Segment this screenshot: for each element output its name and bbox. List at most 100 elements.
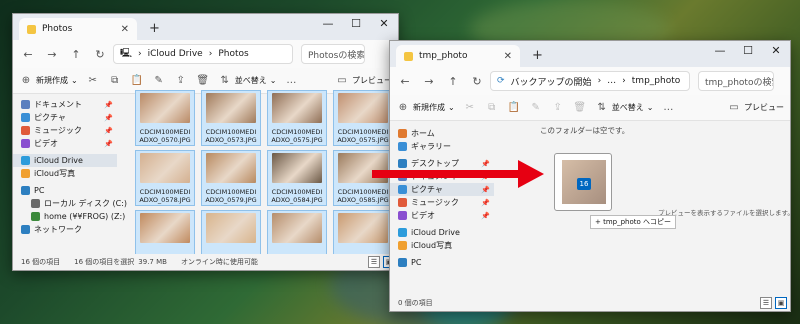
sidebar-item[interactable]: PC — [13, 184, 117, 197]
sidebar-item[interactable]: iCloud Drive — [13, 154, 117, 167]
sidebar-item[interactable]: ミュージック 📌 — [390, 196, 494, 209]
breadcrumb-icloud[interactable]: iCloud Drive — [148, 49, 203, 59]
preview-pane-icon: ▭ — [337, 75, 347, 86]
sidebar-item[interactable]: ミュージック 📌 — [13, 124, 117, 137]
new-button[interactable]: ⊕ 新規作成 ⌄ — [396, 102, 455, 113]
close-button[interactable]: ✕ — [762, 41, 790, 63]
explorer-window-photos: Photos ✕ + — ☐ ✕ ← → ↑ ↻ 🖳 › iCloud Driv… — [12, 13, 399, 271]
new-tab-button[interactable]: + — [149, 21, 160, 37]
navigation-pane: ドキュメント 📌 ピクチャ 📌 ミュージック 📌 ビデオ 📌 iCloud Drive iClou… — [13, 94, 127, 254]
preview-button[interactable]: ▭ プレビュー — [335, 75, 392, 86]
tab-bar: Photos ✕ + — ☐ ✕ — [13, 14, 398, 40]
delete-icon[interactable]: 🗑 — [573, 102, 587, 113]
more-options-button[interactable]: … — [661, 102, 675, 113]
share-icon[interactable]: ⇪ — [174, 75, 188, 86]
maximize-button[interactable]: ☐ — [734, 41, 762, 63]
paste-icon[interactable]: 📋 — [130, 75, 144, 86]
sidebar-item[interactable]: デスクトップ 📌 — [390, 157, 494, 170]
sidebar-item[interactable]: iCloud写真 — [13, 167, 117, 180]
file-tile[interactable]: CDCIM100MEDIADXO_0585.JPG — [333, 150, 393, 206]
photo-thumbnail — [140, 93, 190, 123]
sidebar-item[interactable]: ネットワーク — [13, 223, 117, 236]
icloud-icon — [398, 228, 407, 237]
sidebar-item[interactable]: ギャラリー — [390, 140, 494, 153]
minimize-button[interactable]: — — [314, 14, 342, 36]
back-icon[interactable]: ← — [17, 48, 39, 61]
more-options-button[interactable]: … — [284, 75, 298, 86]
file-tile[interactable]: CDCIM100MEDIADXO_0573.JPG — [201, 90, 261, 146]
breadcrumb-more[interactable]: … — [607, 76, 616, 86]
forward-icon[interactable]: → — [418, 75, 440, 88]
disk-icon — [31, 199, 40, 208]
tab-photos[interactable]: Photos ✕ — [19, 18, 137, 40]
cut-icon[interactable]: ✂ — [86, 75, 100, 86]
paste-icon[interactable]: 📋 — [507, 102, 521, 113]
navigation-bar: ← → ↑ ↻ ⟳ バックアップの開始 › … › tmp_photo tmp_… — [390, 67, 790, 95]
maximize-button[interactable]: ☐ — [342, 14, 370, 36]
new-tab-button[interactable]: + — [532, 48, 543, 64]
close-button[interactable]: ✕ — [370, 14, 398, 36]
file-name: CDCIM100MEDIADXO_0584.JPG — [271, 188, 323, 204]
file-tile[interactable]: CDCIM100MEDIADXO_0570.JPG — [135, 90, 195, 146]
tab-bar: tmp_photo ✕ + — ☐ ✕ — [390, 41, 790, 67]
rename-icon[interactable]: ✎ — [152, 75, 166, 86]
preview-button[interactable]: ▭ プレビュー — [727, 102, 784, 113]
drag-preview: 16 — [554, 153, 612, 211]
sidebar-item[interactable]: PC — [390, 256, 494, 269]
sidebar-item[interactable]: ドキュメント 📌 — [13, 98, 117, 111]
file-tile[interactable]: CDCIM100MEDIADXO_0584.JPG — [267, 150, 327, 206]
selected-count: 16 個の項目を選択 — [74, 258, 135, 266]
breadcrumb-backup[interactable]: バックアップの開始 — [511, 75, 592, 88]
copy-icon[interactable]: ⧉ — [485, 102, 499, 113]
sidebar-item[interactable]: iCloud写真 — [390, 239, 494, 252]
file-grid: CDCIM100MEDIADXO_0570.JPG CDCIM100MEDIADX… — [135, 90, 393, 266]
address-bar[interactable]: 🖳 › iCloud Drive › Photos — [113, 44, 293, 64]
search-input[interactable]: Photosの検索 — [301, 44, 365, 64]
sidebar-item[interactable]: ビデオ 📌 — [390, 209, 494, 222]
delete-icon[interactable]: 🗑 — [196, 75, 210, 86]
search-input[interactable]: tmp_photoの検索 — [698, 71, 774, 91]
photo-thumbnail — [206, 213, 256, 243]
cut-icon[interactable]: ✂ — [463, 102, 477, 113]
file-tile[interactable]: CDCIM100MEDIADXO_0575.JPG — [267, 90, 327, 146]
tiles-view-icon[interactable]: ▣ — [775, 297, 787, 309]
chevron-down-icon: ⌄ — [71, 76, 78, 85]
file-name: CDCIM100MEDIADXO_0585.JPG — [337, 188, 389, 204]
sidebar-item[interactable]: ビデオ 📌 — [13, 137, 117, 150]
refresh-icon[interactable]: ↻ — [89, 48, 111, 61]
share-icon[interactable]: ⇪ — [551, 102, 565, 113]
breadcrumb-tmp-photo[interactable]: tmp_photo — [632, 76, 680, 86]
close-tab-icon[interactable]: ✕ — [504, 51, 512, 62]
sort-button[interactable]: ⇅ 並べ替え ⌄ — [218, 75, 277, 86]
file-tile[interactable]: CDCIM100MEDIADXO_0575.JPG — [333, 90, 393, 146]
sidebar-item[interactable]: ピクチャ 📌 — [390, 183, 494, 196]
sidebar-item-label: ギャラリー — [411, 142, 451, 151]
sort-icon: ⇅ — [220, 75, 229, 86]
up-icon[interactable]: ↑ — [442, 75, 464, 88]
sidebar-item[interactable]: ピクチャ 📌 — [13, 111, 117, 124]
address-bar[interactable]: ⟳ バックアップの開始 › … › tmp_photo — [490, 71, 690, 91]
close-tab-icon[interactable]: ✕ — [121, 24, 129, 35]
file-tile[interactable]: CDCIM100MEDIADXO_0579.JPG — [201, 150, 261, 206]
breadcrumb-photos[interactable]: Photos — [218, 49, 248, 59]
back-icon[interactable]: ← — [394, 75, 416, 88]
tab-tmp-photo[interactable]: tmp_photo ✕ — [396, 45, 520, 67]
details-view-icon[interactable]: ☰ — [368, 256, 380, 268]
sidebar-item[interactable]: ホーム — [390, 127, 494, 140]
window-controls: — ☐ ✕ — [314, 14, 398, 36]
copy-icon[interactable]: ⧉ — [108, 75, 122, 86]
minimize-button[interactable]: — — [706, 41, 734, 63]
file-tile[interactable]: CDCIM100MEDIADXO_0578.JPG — [135, 150, 195, 206]
sidebar-item[interactable]: home (¥¥FROG) (Z:) — [13, 210, 125, 223]
file-name: CDCIM100MEDIADXO_0578.JPG — [139, 188, 191, 204]
sidebar-item[interactable]: iCloud Drive — [390, 226, 494, 239]
rename-icon[interactable]: ✎ — [529, 102, 543, 113]
up-icon[interactable]: ↑ — [65, 48, 87, 61]
sort-button[interactable]: ⇅ 並べ替え ⌄ — [595, 102, 654, 113]
details-view-icon[interactable]: ☰ — [760, 297, 772, 309]
refresh-icon[interactable]: ↻ — [466, 75, 488, 88]
empty-folder-text: このフォルダーは空です。 — [540, 126, 630, 135]
sidebar-item[interactable]: ローカル ディスク (C:) — [13, 197, 127, 210]
new-button[interactable]: ⊕ 新規作成 ⌄ — [19, 75, 78, 86]
forward-icon[interactable]: → — [41, 48, 63, 61]
